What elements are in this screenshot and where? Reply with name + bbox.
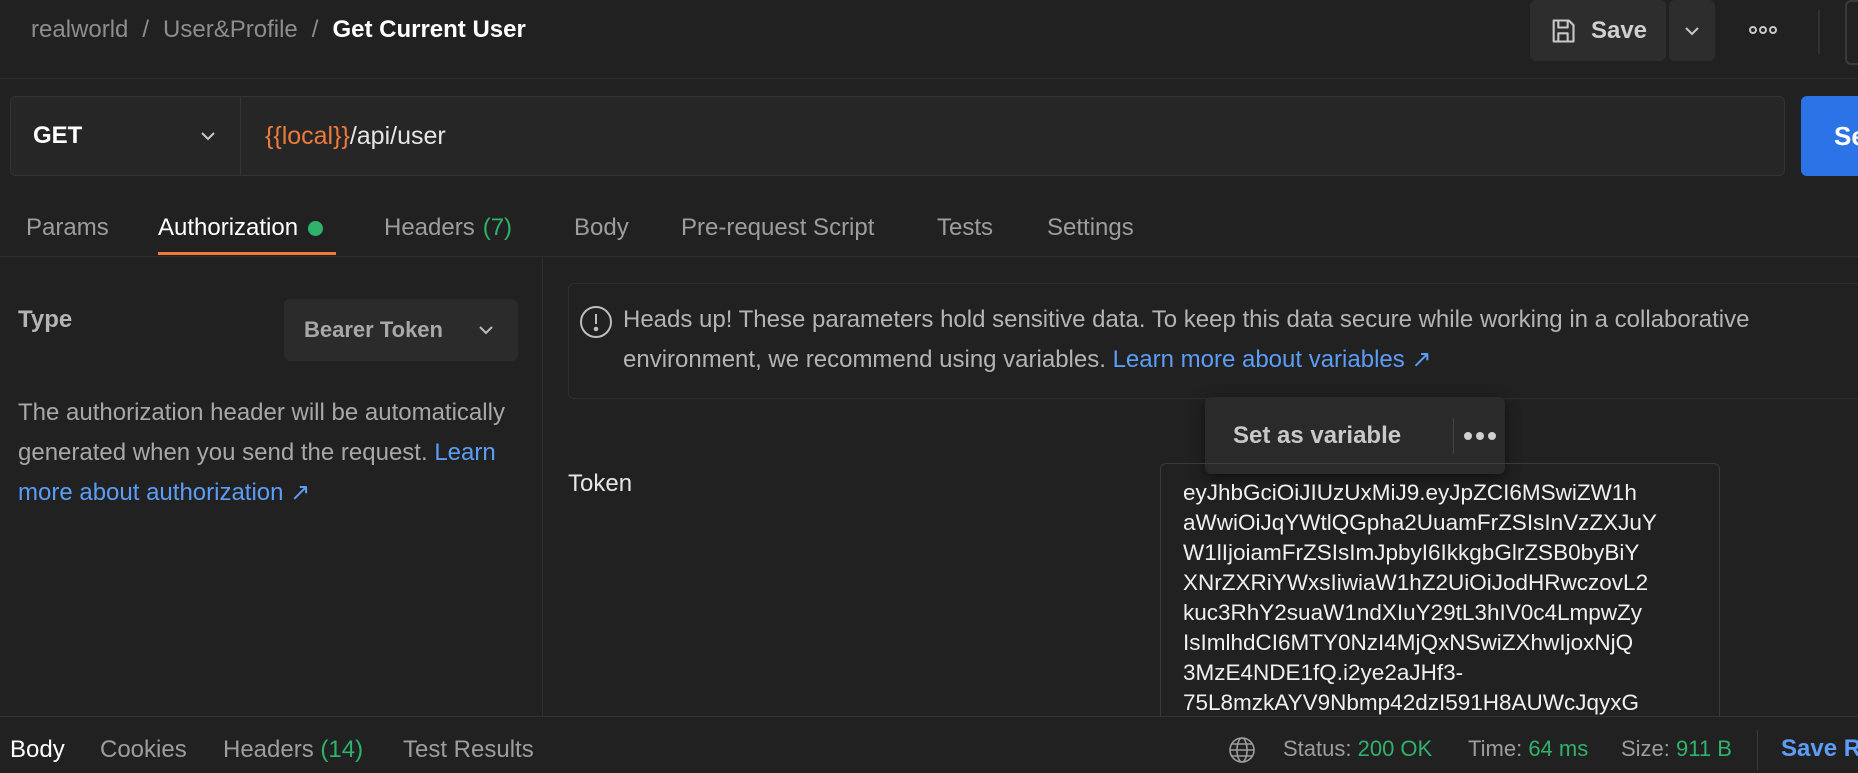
tab-label: Pre-request Script — [681, 214, 875, 241]
tab-label: Settings — [1047, 214, 1134, 241]
more-horizontal-icon — [1463, 431, 1496, 440]
globe-icon[interactable] — [1227, 735, 1257, 765]
response-tab-test-results[interactable]: Test Results — [403, 736, 534, 764]
url-variable: {{local}} — [265, 121, 350, 150]
status-label: Status: — [1283, 736, 1352, 761]
auth-type-select[interactable]: Bearer Token — [284, 299, 518, 361]
auth-description-text: The authorization header will be automat… — [18, 399, 505, 466]
token-line: eyJhbGciOiJIUzUxMiJ9.eyJpZCI6MSwiZW1h — [1183, 480, 1637, 505]
send-button-label: Se — [1834, 120, 1858, 151]
tab-label: Body — [574, 214, 629, 241]
toolbar-edge-button[interactable] — [1845, 0, 1858, 65]
size-label: Size: — [1621, 736, 1670, 761]
header-divider — [0, 78, 1858, 79]
time-value: 64 ms — [1528, 736, 1589, 761]
tab-label: Headers — [223, 736, 314, 763]
chevron-down-icon — [479, 326, 493, 335]
chevron-down-icon — [201, 132, 215, 141]
save-button-label: Save — [1590, 16, 1648, 44]
time-label: Time: — [1468, 736, 1523, 761]
set-as-variable-button[interactable]: Set as variable — [1205, 422, 1453, 450]
method-value: GET — [33, 122, 83, 149]
tab-headers[interactable]: Headers (7) — [384, 208, 512, 248]
tab-pre-request-script[interactable]: Pre-request Script — [681, 208, 874, 248]
toolbar-divider — [1818, 10, 1820, 54]
breadcrumb-separator: / — [142, 16, 150, 43]
tab-tests[interactable]: Tests — [937, 208, 993, 248]
auth-type-label: Type — [18, 306, 73, 333]
tab-label: Params — [26, 214, 109, 241]
tab-count-badge: (7) — [482, 214, 513, 241]
token-line: IsImlhdCI6MTY0NzI4MjQxNSwiZXhwIjoxNjQ — [1183, 630, 1634, 655]
send-button[interactable]: Se — [1801, 96, 1858, 176]
breadcrumb-separator: / — [311, 16, 319, 43]
learn-more-variables-link[interactable]: Learn more about variables ↗ — [1113, 346, 1432, 373]
tab-label: Tests — [937, 214, 994, 241]
token-line: W1lIjoiamFrZSIsImJpbyI6IkkgbGlrZSB0byBiY — [1183, 540, 1640, 565]
token-line: aWwiOiJqYWtlQGpha2UuamFrZSIsInVzZXJuY — [1183, 510, 1657, 535]
breadcrumb-folder[interactable]: User&Profile — [163, 16, 298, 44]
floppy-disk-icon — [1552, 18, 1575, 43]
auth-description: The authorization header will be automat… — [18, 393, 538, 513]
token-label: Token — [568, 470, 633, 497]
token-line: kuc3RhY2suaW1ndXIuY29tL3hIV0c4LmpwZy — [1183, 600, 1643, 625]
tab-label: Cookies — [100, 736, 187, 763]
tab-authorization[interactable]: Authorization — [158, 208, 324, 248]
notice-text: Heads up! These parameters hold sensitiv… — [623, 300, 1858, 380]
status-dot — [308, 220, 324, 236]
auth-type-value: Bearer Token — [304, 317, 443, 342]
response-time: Time: 64 ms — [1468, 736, 1588, 762]
response-tab-headers[interactable]: Headers (14) — [223, 736, 363, 764]
breadcrumb-collection[interactable]: realworld — [31, 16, 128, 44]
more-actions-button[interactable] — [1745, 12, 1781, 48]
tab-settings[interactable]: Settings — [1047, 208, 1134, 248]
token-line: 75L8mzkAYV9Nbmp42dzI591H8AUWcJqyxG — [1183, 690, 1640, 715]
tabs-divider — [0, 256, 1858, 257]
response-tab-body[interactable]: Body — [10, 736, 65, 764]
token-line: XNrZXRiYWxsIiwiaW1hZ2UiOiJodHRwczovL2 — [1183, 570, 1649, 595]
tab-params[interactable]: Params — [26, 208, 109, 248]
tab-label: Headers — [384, 214, 475, 241]
response-status: Status: 200 OK — [1283, 736, 1432, 762]
url-input[interactable]: {{local}}/api/user — [240, 96, 1785, 176]
info-icon — [580, 306, 612, 338]
response-size: Size: 911 B — [1621, 736, 1732, 762]
tab-label: Authorization — [158, 214, 299, 241]
save-button[interactable]: Save — [1530, 0, 1666, 61]
breadcrumb-request-title[interactable]: Get Current User — [332, 16, 525, 44]
method-select[interactable]: GET — [10, 96, 240, 176]
token-line: 3MzE4NDE1fQ.i2ye2aJHf3- — [1183, 660, 1464, 685]
url-path: /api/user — [349, 121, 446, 150]
response-tab-cookies[interactable]: Cookies — [100, 736, 187, 764]
panel-divider[interactable] — [542, 257, 543, 717]
tab-body[interactable]: Body — [574, 208, 629, 248]
more-horizontal-icon — [1749, 26, 1777, 34]
response-divider — [1757, 730, 1758, 770]
chevron-down-icon — [1685, 26, 1699, 35]
save-options-button[interactable] — [1669, 0, 1715, 61]
tab-count-badge: (14) — [320, 736, 364, 763]
tab-label: Test Results — [403, 736, 534, 763]
active-tab-indicator — [158, 252, 336, 255]
breadcrumb: realworld / User&Profile / Get Current U… — [31, 14, 526, 46]
status-value: 200 OK — [1357, 736, 1433, 761]
size-value: 911 B — [1676, 736, 1732, 761]
save-response-button[interactable]: Save R — [1781, 735, 1858, 763]
popup-more-button[interactable] — [1454, 431, 1505, 441]
token-input[interactable]: eyJhbGciOiJIUzUxMiJ9.eyJpZCI6MSwiZW1h aWw… — [1160, 463, 1720, 753]
tab-label: Body — [10, 736, 65, 763]
